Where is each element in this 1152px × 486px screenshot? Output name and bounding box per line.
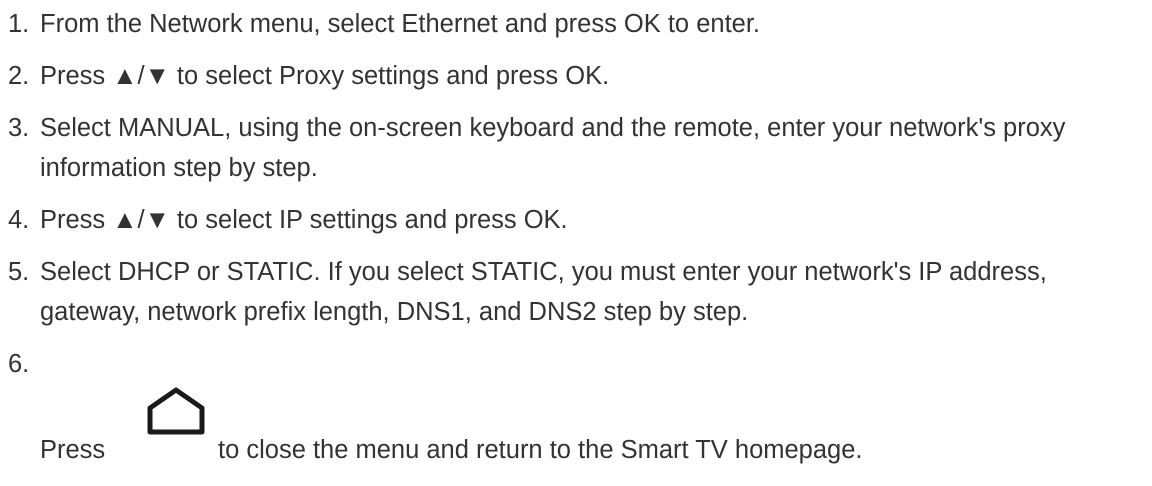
step-text: Select DHCP or STATIC. If you select STA… <box>40 258 1047 326</box>
step-text: Press ▲/▼ to select IP settings and pres… <box>40 206 568 234</box>
list-item: 4. Press ▲/▼ to select IP settings and p… <box>8 200 1148 240</box>
list-item: 2. Press ▲/▼ to select Proxy settings an… <box>8 56 1148 96</box>
step-text: From the Network menu, select Ethernet a… <box>40 10 761 38</box>
step-number: 6. <box>8 350 30 378</box>
step-number: 3. <box>8 114 30 142</box>
final-step-line: Press to close the menu and return to th… <box>40 384 1148 474</box>
list-item: 3. Select MANUAL, using the on-screen ke… <box>8 108 1148 188</box>
step-number: 4. <box>8 206 30 234</box>
step-number: 2. <box>8 62 30 90</box>
step-number: 1. <box>8 10 30 38</box>
instruction-list: 1. From the Network menu, select Etherne… <box>8 4 1148 486</box>
step-text: Press ▲/▼ to select Proxy settings and p… <box>40 62 610 90</box>
list-item: 1. From the Network menu, select Etherne… <box>8 4 1148 44</box>
home-icon <box>144 386 208 436</box>
list-item: 6. Press to close the menu and return to… <box>8 344 1148 474</box>
step-number: 5. <box>8 258 30 286</box>
step-text-rest: to close the menu and return to the Smar… <box>218 436 863 464</box>
list-item: 5. Select DHCP or STATIC. If you select … <box>8 252 1148 332</box>
step-text-press: Press <box>40 436 106 464</box>
step-text: Select MANUAL, using the on-screen keybo… <box>40 114 1066 182</box>
